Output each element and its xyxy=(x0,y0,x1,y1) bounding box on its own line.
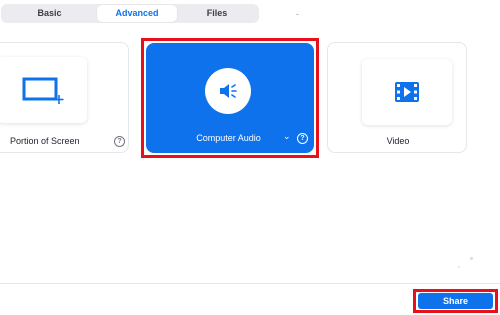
video-icon xyxy=(395,82,419,102)
portion-thumbnail xyxy=(0,57,87,123)
audio-help-icon[interactable]: ? xyxy=(297,133,308,144)
speaker-icon xyxy=(220,84,237,98)
tab-advanced[interactable]: Advanced xyxy=(97,5,177,22)
share-mode-tabs: Basic Advanced Files xyxy=(1,4,259,23)
share-button[interactable]: Share xyxy=(418,293,493,309)
option-portion-of-screen[interactable]: Portion of Screen ? xyxy=(0,42,129,153)
portion-help-icon[interactable]: ? xyxy=(114,136,125,147)
chevron-down-icon[interactable]: ⌄ xyxy=(283,131,291,142)
tab-basic[interactable]: Basic xyxy=(2,5,97,22)
video-thumbnail xyxy=(362,59,452,125)
option-video[interactable]: Video xyxy=(327,42,467,153)
footer-divider xyxy=(0,283,500,284)
option-computer-audio[interactable]: Computer Audio ⌄ ? xyxy=(146,43,314,153)
audio-icon-circle xyxy=(205,68,251,114)
portion-label: Portion of Screen xyxy=(10,136,80,146)
decorative-dot xyxy=(458,266,460,268)
divider-mark xyxy=(296,14,299,15)
decorative-dot xyxy=(470,257,473,260)
video-label: Video xyxy=(386,136,410,146)
tab-files[interactable]: Files xyxy=(177,5,257,22)
portion-screen-icon xyxy=(22,77,64,104)
